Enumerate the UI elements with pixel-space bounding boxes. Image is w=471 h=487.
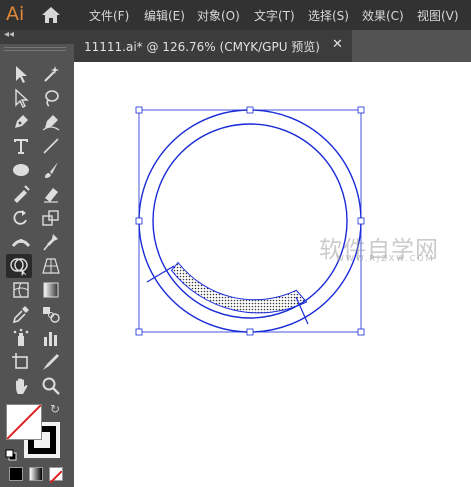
document-tab-title: 11111.ai* @ 126.76% (CMYK/GPU 预览) [84, 40, 320, 54]
mesh-tool-icon[interactable] [8, 278, 34, 302]
home-icon[interactable] [40, 5, 62, 25]
document-tab[interactable]: 11111.ai* @ 126.76% (CMYK/GPU 预览) ✕ [74, 30, 352, 62]
tools-panel: ◂◂ ↻ [0, 29, 74, 487]
zoom-tool-icon[interactable] [38, 374, 64, 398]
shaper-tool-icon[interactable] [8, 182, 34, 206]
ellipse-tool-icon[interactable] [8, 158, 34, 182]
selection-tool-icon[interactable] [8, 62, 34, 86]
puppet-warp-tool-icon[interactable] [38, 230, 64, 254]
illustrator-window: Ai 文件(F) 编辑(E) 对象(O) 文字(T) 选择(S) 效果(C) 视… [0, 0, 471, 487]
menu-edit[interactable]: 编辑(E) [144, 7, 185, 24]
menu-bar: Ai 文件(F) 编辑(E) 对象(O) 文字(T) 选择(S) 效果(C) 视… [0, 0, 471, 30]
eraser-tool-icon[interactable] [38, 182, 64, 206]
watermark-url: WWW.RJZXW.COM [336, 254, 435, 263]
artwork [135, 106, 365, 336]
inner-ring[interactable] [152, 123, 348, 319]
panel-grip[interactable] [4, 47, 66, 51]
menu-file[interactable]: 文件(F) [89, 7, 129, 24]
scale-tool-icon[interactable] [38, 206, 64, 230]
type-tool-icon[interactable] [8, 134, 34, 158]
swap-fill-stroke-icon[interactable]: ↻ [50, 402, 60, 416]
artboard-canvas[interactable]: 软件自学网 WWW.RJZXW.COM [74, 62, 471, 487]
symbol-sprayer-tool-icon[interactable] [8, 326, 34, 350]
curvature-tool-icon[interactable] [38, 110, 64, 134]
perspective-grid-tool-icon[interactable] [38, 254, 64, 278]
hand-tool-icon[interactable] [8, 374, 34, 398]
app-logo: Ai [6, 3, 25, 25]
document-tab-bar: 11111.ai* @ 126.76% (CMYK/GPU 预览) ✕ [74, 30, 471, 62]
menu-effect[interactable]: 效果(C) [362, 7, 404, 24]
outer-ring[interactable] [138, 109, 362, 333]
pen-tool-icon[interactable] [8, 110, 34, 134]
shape-builder-tool-icon[interactable] [6, 254, 32, 278]
default-colors-icon[interactable] [5, 446, 17, 461]
menu-type[interactable]: 文字(T) [254, 7, 295, 24]
color-mode-button[interactable] [9, 467, 23, 481]
blend-tool-icon[interactable] [38, 302, 64, 326]
width-tool-icon[interactable] [8, 230, 34, 254]
slice-tool-icon[interactable] [38, 350, 64, 374]
direct-selection-tool-icon[interactable] [8, 86, 34, 110]
fill-swatch-none[interactable] [6, 404, 42, 440]
menu-view[interactable]: 视图(V) [417, 7, 459, 24]
gradient-tool-icon[interactable] [38, 278, 64, 302]
none-mode-button[interactable] [49, 467, 63, 484]
panel-header: ◂◂ [0, 29, 74, 44]
close-tab-icon[interactable]: ✕ [332, 37, 343, 52]
artboard-tool-icon[interactable] [8, 350, 34, 374]
lasso-tool-icon[interactable] [38, 86, 64, 110]
menu-select[interactable]: 选择(S) [308, 7, 349, 24]
magic-wand-tool-icon[interactable] [38, 62, 64, 86]
selection-bounding-box [138, 109, 362, 333]
collapse-panel-icon[interactable]: ◂◂ [4, 29, 14, 40]
rotate-tool-icon[interactable] [8, 206, 34, 230]
paintbrush-tool-icon[interactable] [38, 158, 64, 182]
eyedropper-tool-icon[interactable] [8, 302, 34, 326]
line-segment-tool-icon[interactable] [38, 134, 64, 158]
column-graph-tool-icon[interactable] [38, 326, 64, 350]
gradient-mode-button[interactable] [29, 467, 43, 481]
selected-ring-segment[interactable] [170, 261, 308, 314]
menu-object[interactable]: 对象(O) [197, 7, 240, 24]
